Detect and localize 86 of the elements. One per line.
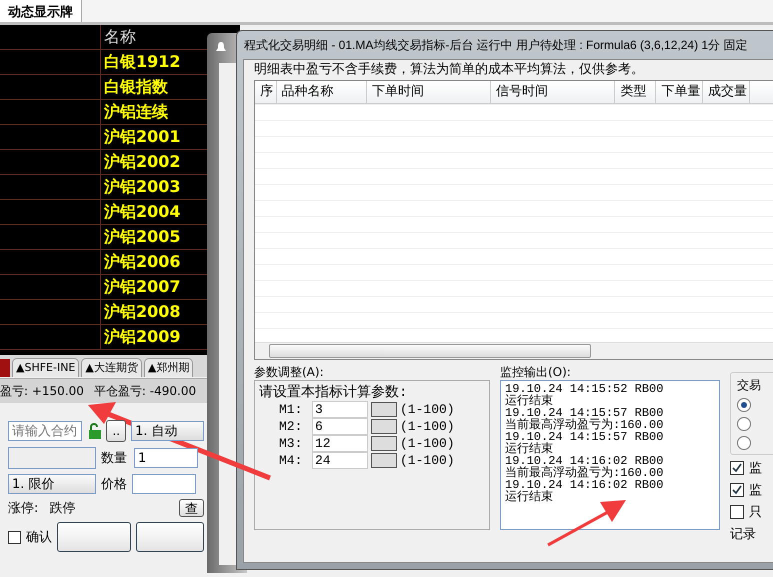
unlock-icon[interactable] bbox=[87, 422, 102, 440]
scrollbar-thumb[interactable] bbox=[269, 344, 591, 358]
param-range: (1-100) bbox=[400, 419, 455, 434]
checkbox[interactable] bbox=[730, 483, 744, 497]
column-header[interactable]: 类型 bbox=[615, 81, 656, 103]
note-text: 明细表中盈亏不含手续费，算法为简单的成本平均算法，仅供参考。 bbox=[254, 61, 645, 79]
contract-name[interactable]: 沪铝连续 bbox=[101, 100, 168, 124]
checkbox[interactable] bbox=[730, 505, 744, 519]
log-line: 19.10.24 14:15:57 RB00 bbox=[505, 407, 664, 419]
contract-name[interactable]: 沪铝2005 bbox=[101, 225, 181, 249]
log-line: 当前最高浮动盈亏为:160.00 bbox=[505, 467, 664, 479]
order-button[interactable] bbox=[57, 522, 131, 552]
limit-down-label: 跌停 bbox=[49, 500, 76, 517]
param-name: M2: bbox=[279, 419, 304, 434]
param-input[interactable]: 12 bbox=[312, 435, 368, 452]
param-name: M3: bbox=[279, 436, 304, 451]
radio-button[interactable] bbox=[737, 417, 751, 431]
contract-name[interactable]: 沪铝2006 bbox=[101, 250, 181, 274]
exchange-tab[interactable]: ▲郑州期 bbox=[144, 358, 194, 377]
spin-button[interactable] bbox=[371, 436, 397, 451]
param-input[interactable]: 3 bbox=[312, 401, 368, 418]
contract-name[interactable]: 白银1912 bbox=[101, 50, 181, 74]
contract-name[interactable]: 沪铝2007 bbox=[101, 275, 181, 299]
exchange-tab[interactable]: ▲SHFE-INE bbox=[12, 358, 80, 377]
contract-input[interactable]: 请输入合约 bbox=[8, 421, 82, 441]
contract-name[interactable]: 沪铝2008 bbox=[101, 300, 181, 324]
log-line: 19.10.24 14:16:02 RB00 bbox=[505, 479, 664, 491]
radio-button[interactable] bbox=[737, 398, 751, 412]
record-label: 记录 bbox=[730, 526, 757, 543]
checkbox-label: 只 bbox=[749, 504, 762, 521]
log-line: 19.10.24 14:15:52 RB00 bbox=[505, 383, 664, 395]
group-label: 交易 bbox=[737, 377, 762, 393]
column-header: 名称 bbox=[103, 26, 136, 48]
query-button[interactable]: 查 bbox=[179, 499, 204, 517]
contract-name[interactable]: 沪铝2009 bbox=[101, 325, 181, 349]
checkbox-label: 监 bbox=[749, 482, 762, 499]
spin-button[interactable] bbox=[371, 453, 397, 468]
params-label: 参数调整(A): bbox=[254, 364, 325, 380]
log-line: 运行结束 bbox=[505, 443, 554, 455]
spin-button[interactable] bbox=[371, 402, 397, 417]
column-header[interactable]: 下单时间 bbox=[366, 81, 492, 103]
monitor-label: 监控输出(O): bbox=[500, 364, 572, 380]
bell-icon bbox=[215, 41, 227, 53]
price-input[interactable] bbox=[132, 474, 196, 494]
log-line: 运行结束 bbox=[505, 491, 554, 503]
column-header[interactable]: 成交量 bbox=[703, 81, 750, 103]
checkbox[interactable] bbox=[730, 461, 744, 475]
contract-name[interactable]: 沪铝2003 bbox=[101, 175, 181, 199]
log-line: 19.10.24 14:15:57 RB00 bbox=[505, 431, 664, 443]
window-title: 程式化交易明细 - 01.MA均线交易指标-后台 运行中 用户待处理 : Formula6 (3,6,12,24) 1分 固定 bbox=[243, 37, 748, 54]
contract-name[interactable]: 沪铝2001 bbox=[101, 125, 181, 149]
log-line: 运行结束 bbox=[505, 395, 554, 407]
param-range: (1-100) bbox=[400, 436, 455, 451]
column-header[interactable]: 序 bbox=[255, 81, 277, 103]
column-header[interactable]: 品种名称 bbox=[276, 81, 367, 103]
contract-name[interactable]: 白银指数 bbox=[101, 75, 168, 99]
order-type-dropdown[interactable]: 1. 限价 bbox=[8, 474, 96, 494]
order-button[interactable] bbox=[136, 522, 204, 552]
floating-pnl: 盈亏: +150.00 bbox=[0, 382, 84, 400]
quantity-label: 数量 bbox=[101, 450, 128, 467]
price-label: 价格 bbox=[101, 476, 127, 493]
contract-name[interactable]: 沪铝2004 bbox=[101, 200, 181, 224]
param-name: M1: bbox=[279, 402, 304, 417]
confirm-label: 确认 bbox=[26, 529, 52, 546]
param-range: (1-100) bbox=[400, 402, 455, 417]
contract-name[interactable]: 沪铝2002 bbox=[101, 150, 181, 174]
radio-button[interactable] bbox=[737, 436, 751, 450]
checkbox[interactable] bbox=[8, 530, 21, 544]
param-input[interactable]: 6 bbox=[312, 418, 368, 435]
mode-dropdown[interactable]: 1. 自动 bbox=[131, 421, 204, 441]
exchange-tab[interactable]: ▲大连期货 bbox=[81, 358, 142, 377]
column-header[interactable]: 下单量 bbox=[656, 81, 704, 103]
param-range: (1-100) bbox=[400, 453, 455, 468]
quantity-input[interactable]: 1 bbox=[134, 448, 198, 468]
more-button[interactable]: .. bbox=[106, 420, 126, 442]
limit-up-label: 涨停: bbox=[8, 500, 38, 517]
board-tab[interactable]: 动态显示牌 bbox=[0, 0, 82, 22]
params-heading: 请设置本指标计算参数: bbox=[259, 384, 408, 401]
spin-button[interactable] bbox=[371, 419, 397, 434]
column-header[interactable]: 信号时间 bbox=[491, 81, 616, 103]
checkbox-label: 监 bbox=[749, 460, 762, 477]
param-name: M4: bbox=[279, 453, 304, 468]
log-line: 当前最高浮动盈亏为:160.00 bbox=[505, 419, 664, 431]
closed-pnl: 平仓盈亏: -490.00 bbox=[94, 382, 196, 400]
param-input[interactable]: 24 bbox=[312, 452, 368, 469]
log-line: 19.10.24 14:16:02 RB00 bbox=[505, 455, 664, 467]
